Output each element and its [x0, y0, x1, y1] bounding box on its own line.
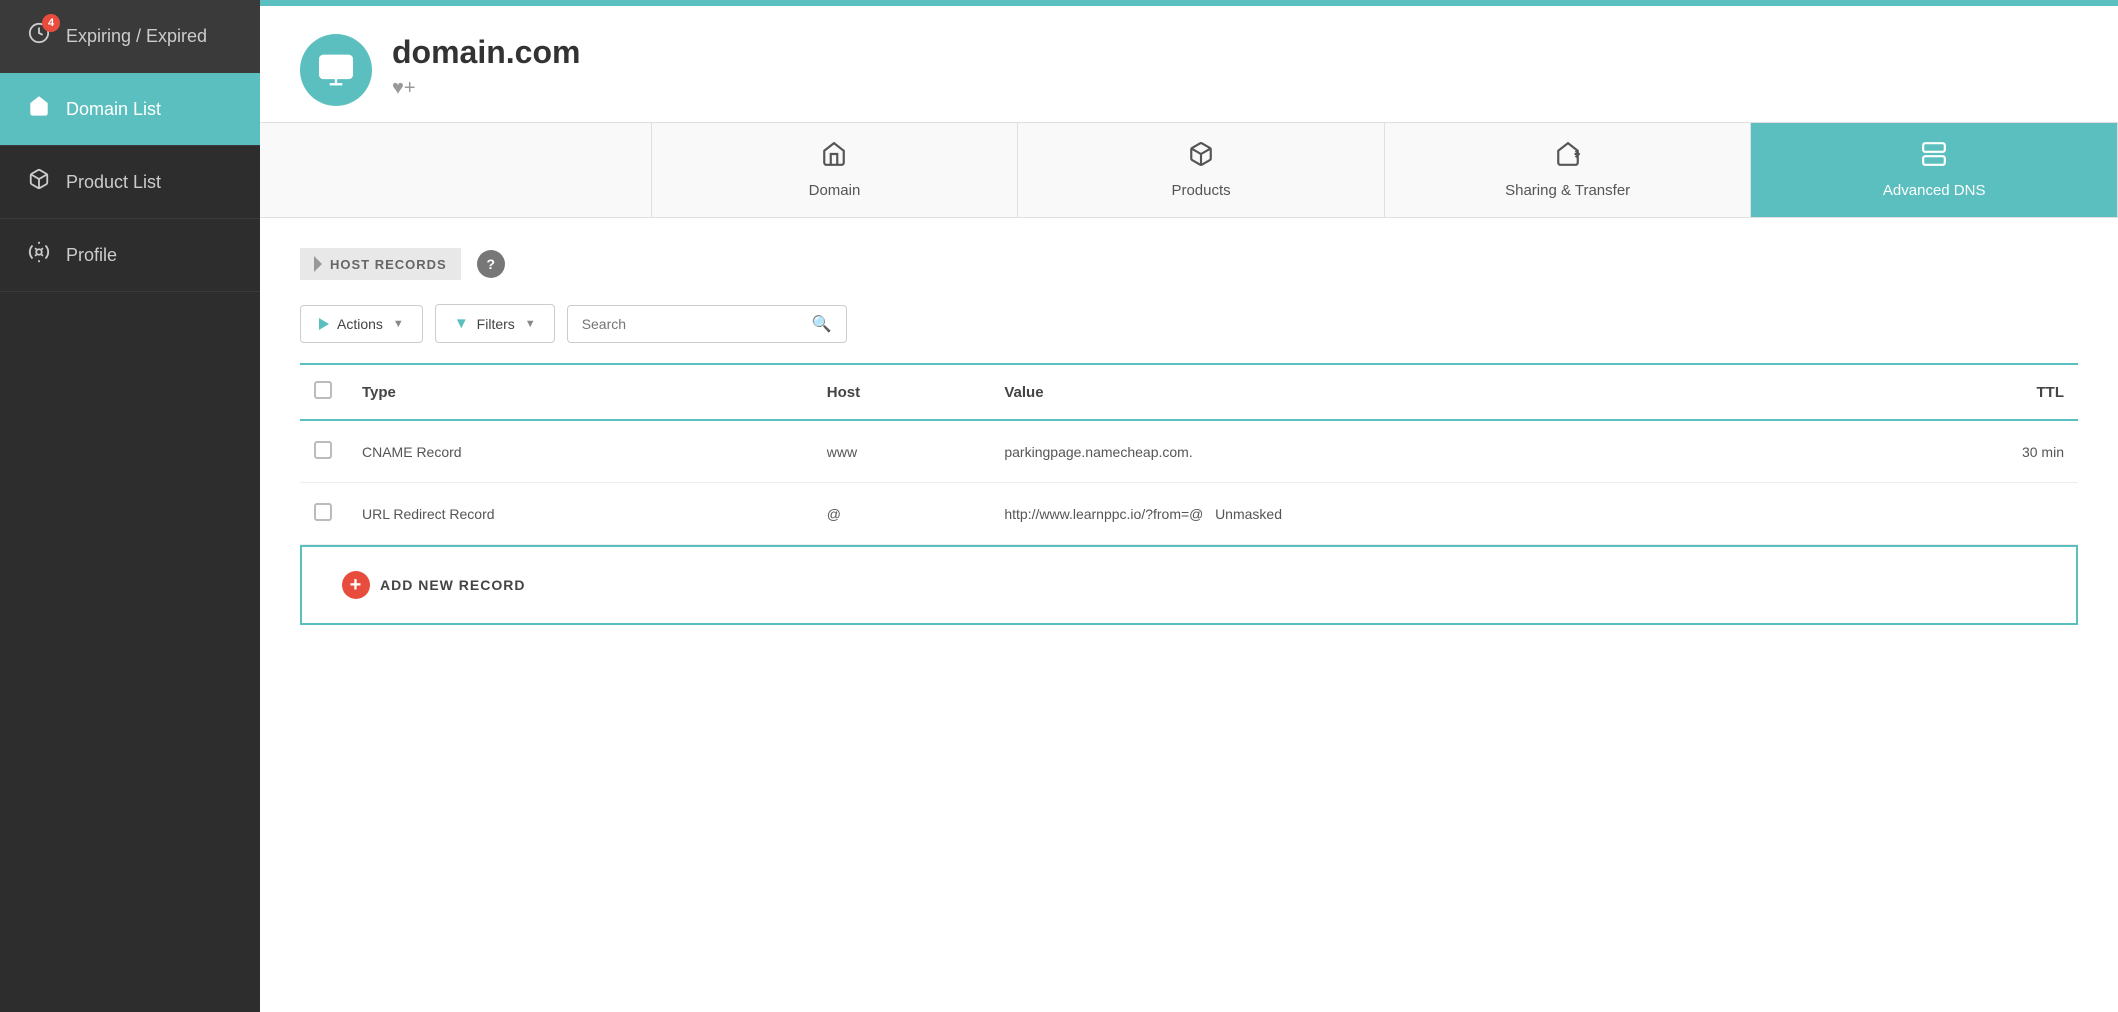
sharing-tab-icon	[1555, 141, 1581, 174]
table-row: CNAME Record www parkingpage.namecheap.c…	[300, 420, 2078, 483]
domain-avatar	[300, 34, 372, 106]
dns-content: HOST RECORDS ? Actions ▼ ▼ Filters ▼ 🔍	[260, 218, 2118, 1012]
tab-sharing-transfer[interactable]: Sharing & Transfer	[1385, 123, 1752, 217]
advanced-dns-tab-icon	[1921, 141, 1947, 174]
domain-tab-icon	[821, 141, 847, 174]
row2-checkbox[interactable]	[314, 503, 332, 521]
domain-info: domain.com ♥+	[392, 34, 580, 100]
domain-favorite-icon[interactable]: ♥+	[392, 77, 580, 100]
col-checkbox	[300, 364, 348, 420]
row1-checkbox[interactable]	[314, 441, 332, 459]
profile-icon	[28, 241, 50, 269]
help-icon[interactable]: ?	[477, 250, 505, 278]
dns-records-table: Type Host Value TTL CNAME Record www par…	[300, 363, 2078, 545]
filters-label: Filters	[477, 316, 515, 332]
sidebar-item-profile[interactable]: Profile	[0, 219, 260, 292]
domain-list-icon	[28, 95, 50, 123]
select-all-checkbox[interactable]	[314, 381, 332, 399]
main-content: domain.com ♥+ Domain Product	[260, 0, 2118, 1012]
host-records-label: HOST RECORDS	[300, 248, 461, 280]
row2-checkbox-cell	[300, 483, 348, 545]
play-icon	[319, 318, 329, 330]
products-tab-icon	[1188, 141, 1214, 174]
add-record-label: ADD NEW RECORD	[380, 577, 525, 593]
plus-circle-icon: +	[342, 571, 370, 599]
tab-spacer	[260, 123, 652, 217]
search-icon[interactable]: 🔍	[812, 314, 832, 334]
search-box: 🔍	[567, 305, 847, 343]
tab-advanced-dns[interactable]: Advanced DNS	[1751, 123, 2118, 217]
row2-host: @	[813, 483, 991, 545]
sidebar-item-domain-list-label: Domain List	[66, 99, 161, 120]
filter-icon: ▼	[454, 315, 469, 332]
filters-chevron: ▼	[525, 318, 536, 330]
filters-button[interactable]: ▼ Filters ▼	[435, 304, 555, 343]
actions-chevron: ▼	[393, 318, 404, 330]
tab-domain[interactable]: Domain	[652, 123, 1019, 217]
add-new-record-button[interactable]: + ADD NEW RECORD	[342, 571, 525, 599]
expiring-badge: 4	[42, 14, 60, 32]
row1-ttl: 30 min	[1875, 420, 2078, 483]
col-ttl: TTL	[1875, 364, 2078, 420]
sidebar-item-product-list-label: Product List	[66, 172, 161, 193]
sidebar-item-expiring-label: Expiring / Expired	[66, 26, 207, 47]
row2-ttl	[1875, 483, 2078, 545]
actions-button[interactable]: Actions ▼	[300, 305, 423, 343]
row2-value: http://www.learnppc.io/?from=@ Unmasked	[990, 483, 1875, 545]
sidebar-item-profile-label: Profile	[66, 245, 117, 266]
tabs-bar: Domain Products Sharing & Transfer	[260, 122, 2118, 218]
tab-domain-label: Domain	[809, 182, 861, 199]
product-list-icon	[28, 168, 50, 196]
row2-type: URL Redirect Record	[348, 483, 813, 545]
row1-value: parkingpage.namecheap.com.	[990, 420, 1875, 483]
sidebar: Expiring / Expired 4 Domain List Product…	[0, 0, 260, 1012]
col-value: Value	[990, 364, 1875, 420]
table-row: URL Redirect Record @ http://www.learnpp…	[300, 483, 2078, 545]
section-header: HOST RECORDS ?	[300, 248, 2078, 280]
sidebar-item-expiring[interactable]: Expiring / Expired 4	[0, 0, 260, 73]
sidebar-item-product-list[interactable]: Product List	[0, 146, 260, 219]
tab-advanced-dns-label: Advanced DNS	[1883, 182, 1986, 199]
domain-name: domain.com	[392, 34, 580, 71]
domain-header: domain.com ♥+	[260, 6, 2118, 122]
row1-type: CNAME Record	[348, 420, 813, 483]
col-type: Type	[348, 364, 813, 420]
search-input[interactable]	[582, 316, 812, 332]
row1-host: www	[813, 420, 991, 483]
row1-checkbox-cell	[300, 420, 348, 483]
tab-sharing-label: Sharing & Transfer	[1505, 182, 1630, 199]
sidebar-item-domain-list[interactable]: Domain List	[0, 73, 260, 146]
add-record-row: + ADD NEW RECORD	[300, 545, 2078, 625]
table-header-row: Type Host Value TTL	[300, 364, 2078, 420]
col-host: Host	[813, 364, 991, 420]
actions-label: Actions	[337, 316, 383, 332]
toolbar: Actions ▼ ▼ Filters ▼ 🔍	[300, 304, 2078, 343]
tab-products-label: Products	[1171, 182, 1230, 199]
tab-products[interactable]: Products	[1018, 123, 1385, 217]
